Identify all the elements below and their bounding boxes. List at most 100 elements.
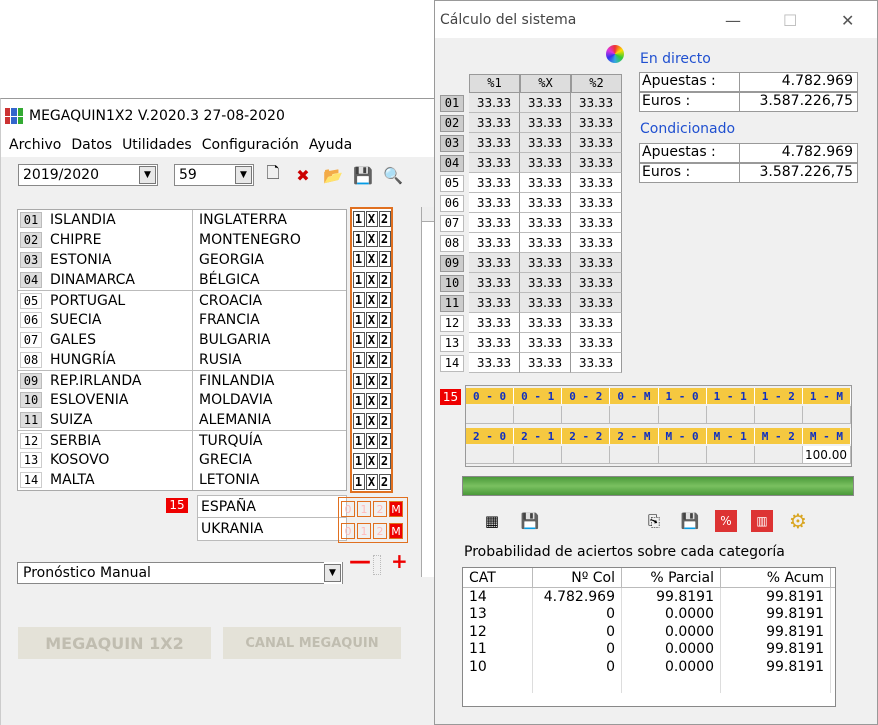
sign-1[interactable]: 1 [352, 473, 365, 490]
percent-cell[interactable]: 33.33 [571, 253, 622, 273]
goals-value[interactable] [610, 406, 659, 424]
sign-2[interactable]: 2 [378, 332, 391, 349]
percent-cell[interactable]: 33.33 [520, 133, 571, 153]
sign-x[interactable]: X [365, 473, 378, 490]
percent-cell[interactable]: 33.33 [520, 93, 571, 113]
sign-x[interactable]: X [365, 352, 378, 369]
sign-1[interactable]: 1 [352, 231, 365, 248]
goals-value[interactable] [706, 446, 755, 464]
percent-icon[interactable]: % [715, 510, 737, 532]
percent-cell[interactable]: 33.33 [520, 273, 571, 293]
percent-cell[interactable]: 33.33 [469, 173, 520, 193]
pleno-sign-2[interactable]: 2 [373, 501, 387, 517]
chart-icon[interactable]: ▥ [751, 510, 773, 532]
menu-ayuda[interactable]: Ayuda [309, 137, 352, 153]
menu-archivo[interactable]: Archivo [9, 137, 61, 153]
goals-value[interactable] [706, 406, 755, 424]
copy-icon[interactable]: ⎘ [643, 510, 665, 532]
sign-1[interactable]: 1 [352, 291, 365, 308]
sign-1[interactable]: 1 [352, 352, 365, 369]
sign-1[interactable]: 1 [352, 211, 365, 228]
minimize-icon[interactable]: — [725, 11, 741, 30]
pleno-sign-0[interactable]: 0 [341, 523, 355, 539]
goals-value[interactable] [658, 406, 707, 424]
sign-x[interactable]: X [365, 291, 378, 308]
save-icon[interactable]: 💾 [352, 164, 374, 186]
percent-cell[interactable]: 33.33 [469, 193, 520, 213]
sign-1[interactable]: 1 [352, 332, 365, 349]
sign-2[interactable]: 2 [378, 433, 391, 450]
percent-cell[interactable]: 33.33 [469, 93, 520, 113]
sign-2[interactable]: 2 [378, 271, 391, 288]
percent-cell[interactable]: 33.33 [571, 113, 622, 133]
menu-configuracion[interactable]: Configuración [202, 137, 299, 153]
pleno-sign-0[interactable]: 0 [341, 501, 355, 517]
sign-2[interactable]: 2 [378, 251, 391, 268]
col-acum[interactable]: % Acum [721, 568, 831, 587]
sign-1[interactable]: 1 [352, 433, 365, 450]
open-folder-icon[interactable]: 📂 [322, 164, 344, 186]
goals-value[interactable] [610, 446, 659, 464]
sign-2[interactable]: 2 [378, 372, 391, 389]
percent-cell[interactable]: 33.33 [469, 273, 520, 293]
goals-value[interactable] [562, 406, 611, 424]
pleno-sign-2[interactable]: 2 [373, 523, 387, 539]
jornada-select[interactable]: 59 ▼ [174, 164, 254, 186]
chevron-down-icon[interactable]: ▼ [324, 564, 341, 582]
sign-x[interactable]: X [365, 412, 378, 429]
sign-x[interactable]: X [365, 312, 378, 329]
color-wheel-icon[interactable] [606, 45, 624, 63]
sign-1[interactable]: 1 [352, 372, 365, 389]
delete-icon[interactable]: ✖ [292, 164, 314, 186]
percent-cell[interactable]: 33.33 [469, 313, 520, 333]
sign-2[interactable]: 2 [378, 392, 391, 409]
sign-x[interactable]: X [365, 211, 378, 228]
percent-cell[interactable]: 33.33 [571, 233, 622, 253]
megaquin-button[interactable]: MEGAQUIN 1X2 [18, 627, 211, 659]
pleno-sign-m[interactable]: M [389, 501, 403, 517]
close-icon[interactable]: ✕ [841, 11, 854, 30]
goals-value[interactable]: 100.00 [802, 446, 851, 464]
sign-2[interactable]: 2 [378, 312, 391, 329]
percent-cell[interactable]: 33.33 [571, 293, 622, 313]
percent-cell[interactable]: 33.33 [571, 333, 622, 353]
percent-cell[interactable]: 33.33 [469, 213, 520, 233]
pronostico-select[interactable]: Pronóstico Manual ▼ [17, 562, 343, 584]
season-select[interactable]: 2019/2020 ▼ [18, 164, 158, 186]
sign-1[interactable]: 1 [352, 271, 365, 288]
sign-2[interactable]: 2 [378, 352, 391, 369]
sign-x[interactable]: X [365, 231, 378, 248]
percent-cell[interactable]: 33.33 [469, 293, 520, 313]
percent-cell[interactable]: 33.33 [520, 233, 571, 253]
sign-2[interactable]: 2 [378, 453, 391, 470]
goals-value[interactable] [514, 446, 563, 464]
sign-2[interactable]: 2 [378, 473, 391, 490]
sign-1[interactable]: 1 [352, 453, 365, 470]
goals-value[interactable] [514, 406, 563, 424]
pleno-sign-m[interactable]: M [389, 523, 403, 539]
percent-cell[interactable]: 33.33 [571, 273, 622, 293]
sign-1[interactable]: 1 [352, 312, 365, 329]
sign-x[interactable]: X [365, 251, 378, 268]
col-cat[interactable]: CAT [463, 568, 533, 587]
print-preview-icon[interactable]: 🔍 [382, 164, 404, 186]
percent-cell[interactable]: 33.33 [469, 333, 520, 353]
goals-value[interactable] [802, 406, 851, 424]
pleno-sign-1[interactable]: 1 [357, 523, 371, 539]
sign-x[interactable]: X [365, 453, 378, 470]
percent-cell[interactable]: 33.33 [469, 153, 520, 173]
new-file-icon[interactable]: 🗋 [262, 163, 284, 186]
percent-cell[interactable]: 33.33 [520, 353, 571, 373]
menu-datos[interactable]: Datos [71, 137, 112, 153]
goals-value[interactable] [754, 406, 803, 424]
percent-cell[interactable]: 33.33 [469, 233, 520, 253]
percent-cell[interactable]: 33.33 [469, 353, 520, 373]
percent-cell[interactable]: 33.33 [520, 333, 571, 353]
percent-cell[interactable]: 33.33 [469, 113, 520, 133]
col-parcial[interactable]: % Parcial [622, 568, 721, 587]
pleno-sign-1[interactable]: 1 [357, 501, 371, 517]
chevron-down-icon[interactable]: ▼ [235, 166, 252, 184]
percent-cell[interactable]: 33.33 [520, 213, 571, 233]
percent-cell[interactable]: 33.33 [469, 133, 520, 153]
percent-cell[interactable]: 33.33 [520, 113, 571, 133]
